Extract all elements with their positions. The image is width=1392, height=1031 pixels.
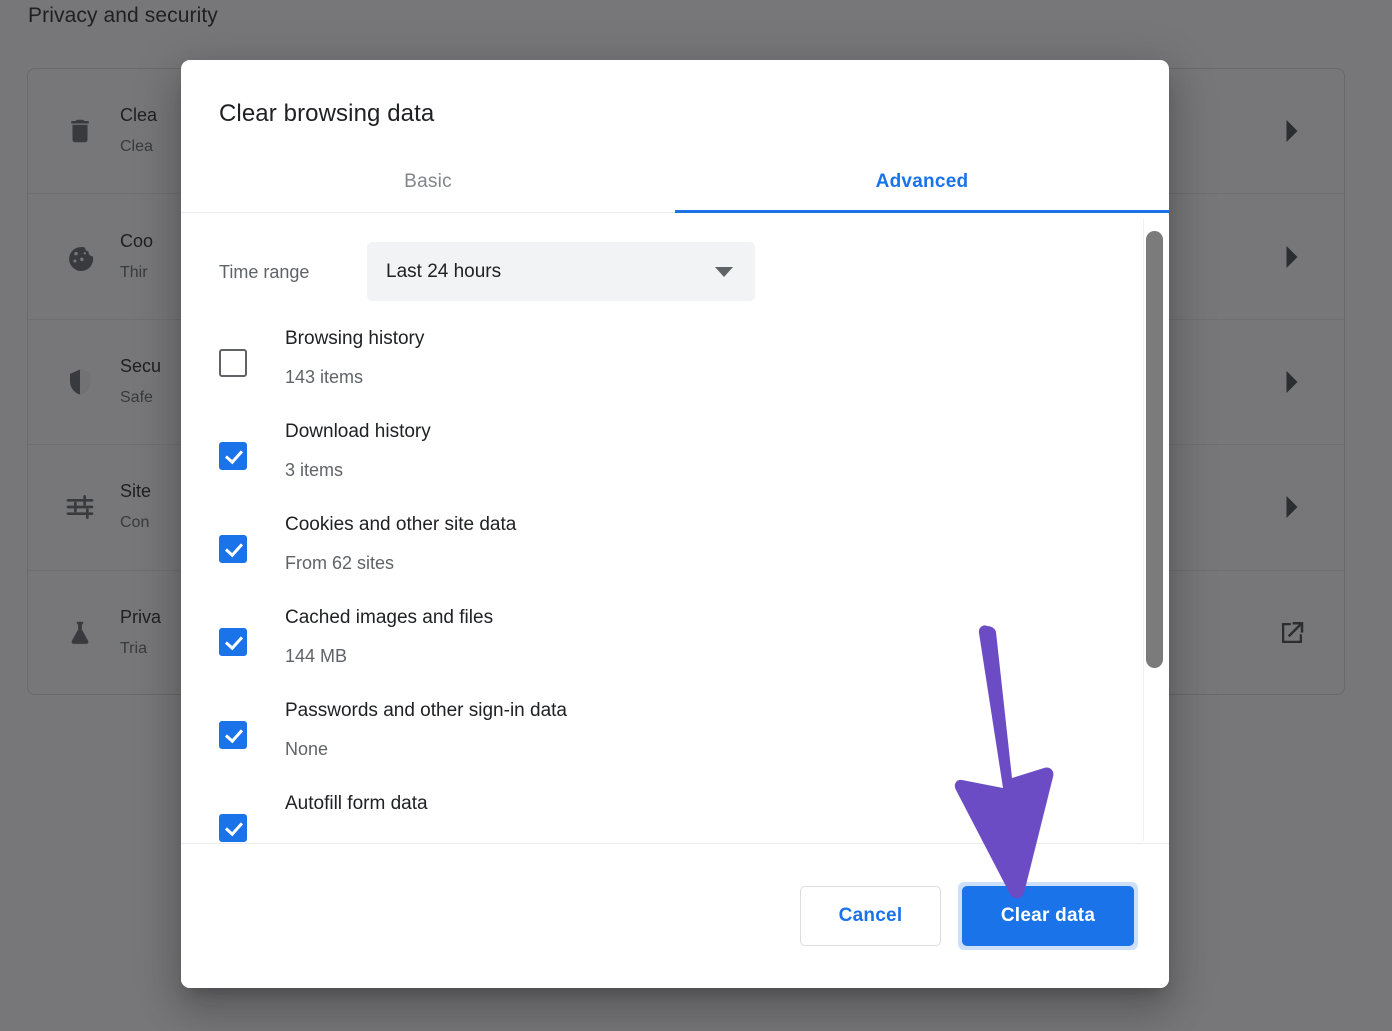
dialog-title: Clear browsing data [181, 60, 1169, 129]
list-item-label: Cookies and other site data [285, 511, 516, 539]
list-item-text: Autofill form data [285, 785, 428, 818]
list-item-text: Browsing history 143 items [285, 320, 424, 391]
checkbox-cached-images-and-files[interactable] [219, 628, 247, 656]
checkbox-passwords-and-other-sign-in-data[interactable] [219, 721, 247, 749]
cancel-button[interactable]: Cancel [800, 886, 941, 946]
list-item-label: Download history [285, 418, 431, 446]
time-range-value: Last 24 hours [386, 260, 501, 284]
list-item-text: Cookies and other site data From 62 site… [285, 506, 516, 577]
list-item-label: Cached images and files [285, 604, 493, 632]
time-range-dropdown[interactable]: Last 24 hours [367, 242, 755, 301]
list-item-download-history[interactable]: Download history 3 items [181, 413, 1169, 506]
list-item-cookies-and-other-site-data[interactable]: Cookies and other site data From 62 site… [181, 506, 1169, 599]
list-item-passwords-and-other-sign-in-data[interactable]: Passwords and other sign-in data None [181, 692, 1169, 785]
list-item-cached-images-and-files[interactable]: Cached images and files 144 MB [181, 599, 1169, 692]
list-item-label: Browsing history [285, 325, 424, 353]
dialog-scroll-area: Time range Last 24 hours Browsing histor… [181, 213, 1169, 843]
list-item-label: Passwords and other sign-in data [285, 697, 567, 725]
time-range-row: Time range Last 24 hours [181, 213, 1169, 301]
list-item-detail: 144 MB [285, 642, 493, 670]
dialog-footer: Cancel Clear data [181, 843, 1169, 988]
clear-data-focus-ring: Clear data [958, 882, 1138, 950]
list-item-text: Passwords and other sign-in data None [285, 692, 567, 763]
tab-basic[interactable]: Basic [181, 159, 675, 212]
chevron-down-icon [715, 267, 733, 277]
list-item-label: Autofill form data [285, 790, 428, 818]
checkbox-cookies-and-other-site-data[interactable] [219, 535, 247, 563]
tab-strip: Basic Advanced [181, 159, 1169, 213]
list-item-text: Cached images and files 144 MB [285, 599, 493, 670]
list-item-detail: From 62 sites [285, 549, 516, 577]
list-item-detail: None [285, 735, 567, 763]
time-range-label: Time range [219, 260, 367, 284]
list-item-browsing-history[interactable]: Browsing history 143 items [181, 320, 1169, 413]
checkbox-autofill-form-data[interactable] [219, 814, 247, 842]
checkbox-download-history[interactable] [219, 442, 247, 470]
list-item-text: Download history 3 items [285, 413, 431, 484]
list-item-autofill-form-data[interactable]: Autofill form data [181, 785, 1169, 843]
clear-browsing-data-dialog: Clear browsing data Basic Advanced Time … [181, 60, 1169, 988]
list-item-detail: 143 items [285, 363, 424, 391]
dialog-scroll-content: Time range Last 24 hours Browsing histor… [181, 213, 1169, 843]
dialog-scrollbar[interactable] [1143, 219, 1164, 841]
scrollbar-thumb[interactable] [1146, 231, 1163, 668]
clear-data-button[interactable]: Clear data [962, 886, 1134, 946]
checkbox-browsing-history[interactable] [219, 349, 247, 377]
tab-advanced[interactable]: Advanced [675, 159, 1169, 212]
data-type-list: Browsing history 143 items Download hist… [181, 301, 1169, 843]
list-item-detail: 3 items [285, 456, 431, 484]
